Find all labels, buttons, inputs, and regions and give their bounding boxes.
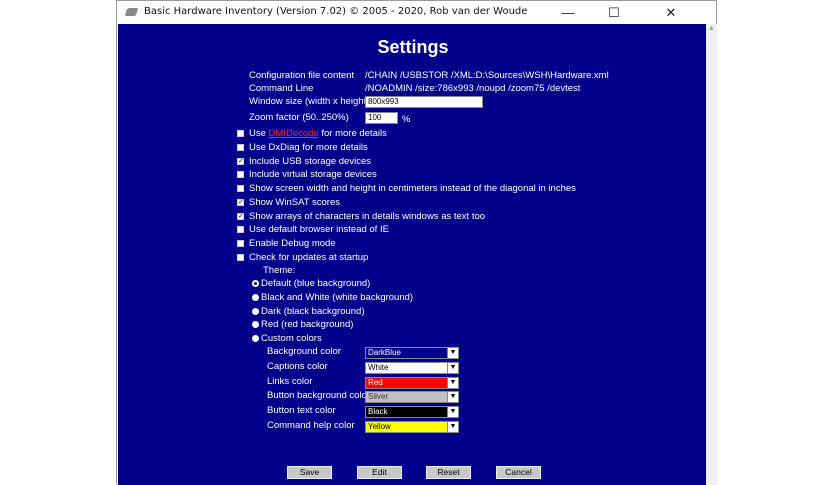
close-button[interactable]: ✕ bbox=[648, 1, 694, 24]
cancel-button[interactable]: Cancel bbox=[496, 466, 541, 479]
option-label: Show arrays of characters in details win… bbox=[249, 210, 486, 222]
option-label: Show WinSAT scores bbox=[249, 196, 340, 208]
theme-option-label: Custom colors bbox=[261, 333, 322, 345]
color-label: Command help color bbox=[267, 420, 355, 431]
color-select[interactable]: Red ▼ bbox=[365, 376, 459, 389]
theme-radio[interactable] bbox=[252, 280, 259, 287]
chevron-down-icon[interactable]: ▼ bbox=[447, 422, 458, 432]
color-select-value: White bbox=[368, 362, 389, 372]
color-label: Button background color bbox=[267, 390, 370, 402]
option-checkbox[interactable] bbox=[237, 253, 244, 261]
window-size-label: Window size (width x height) bbox=[249, 96, 370, 107]
color-select[interactable]: Silver ▼ bbox=[365, 391, 459, 404]
dmidecode-pre: Use bbox=[249, 128, 269, 139]
theme-option-label: Dark (black background) bbox=[261, 305, 365, 317]
config-label: Configuration file content bbox=[249, 70, 355, 81]
color-select-value: Silver bbox=[368, 392, 389, 402]
scroll-up-icon[interactable]: ▲ bbox=[706, 24, 717, 34]
minimize-button[interactable]: — bbox=[545, 1, 591, 24]
option-checkbox[interactable] bbox=[237, 144, 244, 151]
app-window: Basic Hardware Inventory (Version 7.02) … bbox=[116, 0, 717, 485]
dmidecode-post: for more details bbox=[318, 128, 387, 139]
theme-option-label: Black and White (white background) bbox=[261, 291, 414, 303]
page-title: Settings bbox=[377, 37, 449, 57]
color-select[interactable]: DarkBlue ▼ bbox=[365, 347, 459, 359]
theme-radio[interactable] bbox=[252, 321, 259, 329]
chevron-down-icon[interactable]: ▼ bbox=[447, 377, 458, 388]
edit-button[interactable]: Edit bbox=[357, 466, 402, 479]
color-select[interactable]: Yellow ▼ bbox=[365, 421, 459, 433]
title-bar: Basic Hardware Inventory (Version 7.02) … bbox=[117, 1, 716, 24]
window-size-input[interactable]: 800x993 bbox=[365, 96, 483, 108]
theme-label: Theme: bbox=[263, 265, 296, 276]
color-label: Links color bbox=[267, 375, 313, 387]
option-checkbox[interactable] bbox=[237, 239, 244, 247]
option-checkbox[interactable]: ✓ bbox=[237, 157, 244, 165]
window-title: Basic Hardware Inventory (Version 7.02) … bbox=[144, 6, 528, 17]
theme-option-label: Red (red background) bbox=[261, 319, 354, 331]
color-label: Button text color bbox=[267, 405, 336, 417]
theme-radio[interactable] bbox=[252, 293, 259, 301]
color-select-value: Red bbox=[368, 377, 383, 387]
option-checkbox[interactable] bbox=[237, 185, 244, 193]
option-label: Check for updates at startup bbox=[249, 251, 369, 263]
zoom-input[interactable]: 100 bbox=[365, 112, 398, 124]
command-line-label: Command Line bbox=[249, 83, 314, 94]
option-label: Use DxDiag for more details bbox=[249, 142, 368, 153]
dmidecode-link[interactable]: DMIDecode bbox=[269, 128, 319, 139]
zoom-unit: % bbox=[402, 114, 411, 125]
theme-radio[interactable] bbox=[252, 335, 259, 343]
option-label: Enable Debug mode bbox=[249, 237, 336, 249]
save-button[interactable]: Save bbox=[287, 466, 332, 479]
command-line-value: /NOADMIN /size:786x993 /noupd /zoom75 /d… bbox=[365, 83, 581, 94]
option-label: Include USB storage devices bbox=[249, 155, 371, 167]
maximize-button[interactable]: ☐ bbox=[591, 1, 637, 24]
dmidecode-option: Use DMIDecode for more details bbox=[249, 128, 387, 139]
option-label: Use default browser instead of IE bbox=[249, 224, 389, 236]
option-checkbox[interactable] bbox=[237, 226, 244, 234]
dmidecode-checkbox[interactable] bbox=[237, 130, 244, 137]
option-checkbox[interactable] bbox=[237, 171, 244, 179]
option-label: Include virtual storage devices bbox=[249, 169, 377, 181]
theme-option-label: Default (blue background) bbox=[261, 278, 371, 289]
color-label: Background color bbox=[267, 346, 341, 357]
color-select-value: Black bbox=[368, 407, 388, 417]
option-checkbox[interactable]: ✓ bbox=[237, 198, 244, 206]
theme-radio[interactable] bbox=[252, 307, 259, 315]
chevron-down-icon[interactable]: ▼ bbox=[447, 407, 458, 418]
color-select-value: DarkBlue bbox=[368, 348, 401, 357]
app-icon bbox=[124, 8, 139, 16]
chevron-down-icon[interactable]: ▼ bbox=[447, 392, 458, 403]
chevron-down-icon[interactable]: ▼ bbox=[447, 348, 458, 358]
reset-button[interactable]: Reset bbox=[426, 466, 471, 479]
option-label: Show screen width and height in centimet… bbox=[249, 183, 576, 195]
color-select[interactable]: Black ▼ bbox=[365, 406, 459, 419]
color-select-value: Yellow bbox=[368, 422, 391, 431]
settings-page: Settings Configuration file content /CHA… bbox=[118, 24, 706, 485]
option-checkbox[interactable]: ✓ bbox=[237, 212, 244, 220]
scrollbar[interactable]: ▲ bbox=[706, 24, 717, 485]
color-label: Captions color bbox=[267, 360, 328, 372]
color-select[interactable]: White ▼ bbox=[365, 361, 459, 374]
chevron-down-icon[interactable]: ▼ bbox=[447, 362, 458, 373]
config-value: /CHAIN /USBSTOR /XML:D:\Sources\WSH\Hard… bbox=[365, 70, 609, 81]
zoom-label: Zoom factor (50..250%) bbox=[249, 112, 349, 123]
